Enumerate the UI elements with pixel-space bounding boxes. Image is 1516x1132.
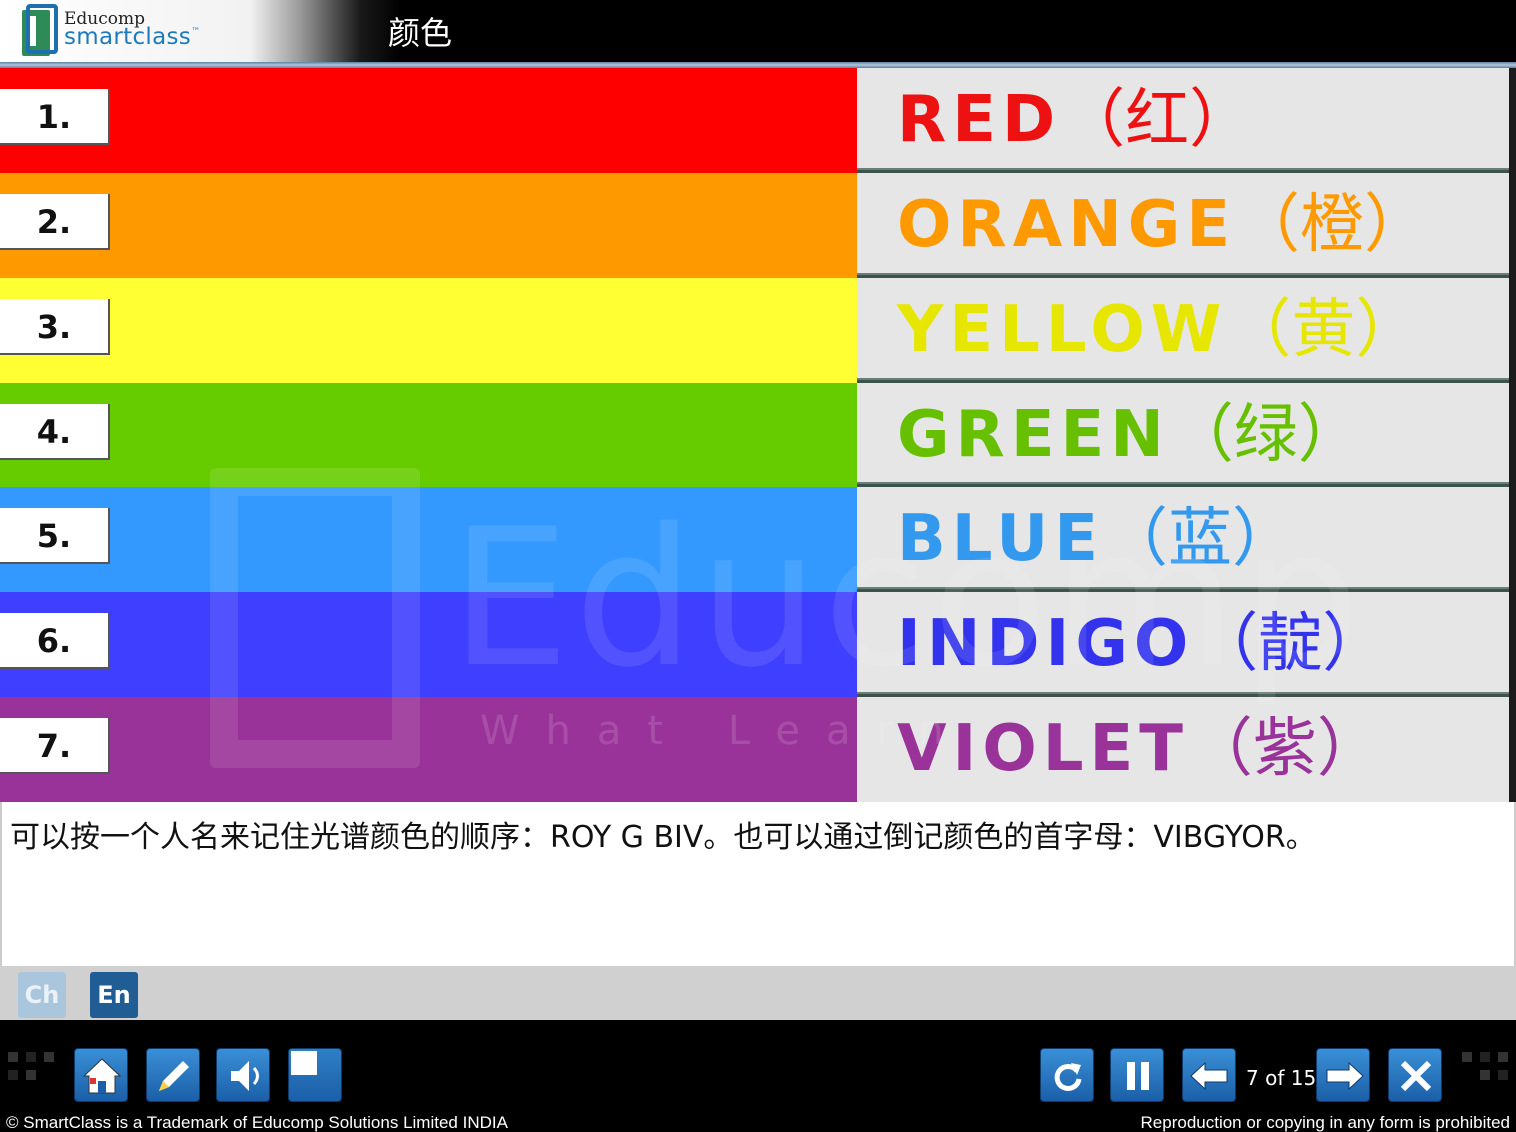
color-label: GREEN（绿） bbox=[897, 403, 1362, 467]
color-spectrum-panel: 1. RED（红） 2. ORANGE（橙） 3. YELLOW（黄） 4. GREEN（绿）… bbox=[0, 68, 1516, 802]
color-number: 1. bbox=[0, 89, 110, 145]
caption-text: 可以按一个人名来记住光谱颜色的顺序：ROY G BIV。也可以通过倒记颜色的首字… bbox=[10, 820, 1316, 855]
color-label-cell: INDIGO（靛） bbox=[857, 592, 1516, 697]
color-label: ORANGE（橙） bbox=[897, 193, 1428, 257]
color-band bbox=[0, 697, 857, 802]
color-label: BLUE（蓝） bbox=[897, 507, 1296, 571]
color-name-chinese: （红） bbox=[1061, 83, 1254, 157]
color-name-chinese: （黄） bbox=[1227, 293, 1420, 367]
color-band bbox=[0, 68, 857, 173]
color-label-cell: VIOLET（紫） bbox=[857, 697, 1516, 802]
color-name-english: GREEN bbox=[897, 398, 1170, 472]
panel-edge bbox=[1509, 68, 1516, 802]
logo-text-smartclass-word: smartclass bbox=[64, 24, 192, 50]
color-band bbox=[0, 173, 857, 278]
color-label: INDIGO（靛） bbox=[897, 612, 1386, 676]
footer-trademark: © SmartClass is a Trademark of Educomp S… bbox=[6, 1113, 508, 1132]
language-bar: Ch En bbox=[0, 966, 1516, 1020]
next-page-button[interactable] bbox=[1316, 1048, 1370, 1102]
pause-icon bbox=[1127, 1062, 1149, 1090]
color-label-cell: ORANGE（橙） bbox=[857, 173, 1516, 278]
caption-panel: 可以按一个人名来记住光谱颜色的顺序：ROY G BIV。也可以通过倒记颜色的首字… bbox=[0, 802, 1516, 966]
color-name-chinese: （蓝） bbox=[1103, 502, 1296, 576]
color-name-chinese: （靛） bbox=[1194, 607, 1387, 681]
color-name-chinese: （绿） bbox=[1169, 398, 1362, 472]
color-label-cell: BLUE（蓝） bbox=[857, 487, 1516, 592]
color-name-english: YELLOW bbox=[897, 293, 1228, 367]
color-band bbox=[0, 592, 857, 697]
color-number: 3. bbox=[0, 299, 110, 355]
smartclass-logo-icon bbox=[22, 4, 58, 56]
color-number: 4. bbox=[0, 404, 110, 460]
color-name-english: INDIGO bbox=[897, 607, 1195, 681]
previous-page-button[interactable] bbox=[1182, 1048, 1236, 1102]
sound-button[interactable] bbox=[216, 1048, 270, 1102]
next-arrow-icon bbox=[1326, 1061, 1364, 1091]
pause-button[interactable] bbox=[1110, 1048, 1164, 1102]
decorative-dots-right-icon bbox=[1462, 1052, 1508, 1080]
color-label: VIOLET（紫） bbox=[897, 717, 1381, 781]
pencil-icon bbox=[159, 1061, 189, 1091]
language-chinese-button[interactable]: Ch bbox=[18, 972, 66, 1018]
color-name-chinese: （橙） bbox=[1236, 188, 1429, 262]
color-label: RED（红） bbox=[897, 88, 1253, 152]
close-button[interactable] bbox=[1388, 1048, 1442, 1102]
color-label: YELLOW（黄） bbox=[897, 298, 1419, 362]
color-band bbox=[0, 383, 857, 487]
color-label-cell: GREEN（绿） bbox=[857, 383, 1516, 487]
language-english-button[interactable]: En bbox=[90, 972, 138, 1018]
color-name-english: RED bbox=[897, 83, 1062, 157]
replay-icon bbox=[1054, 1063, 1082, 1091]
home-icon bbox=[82, 1058, 122, 1094]
speaker-icon bbox=[231, 1061, 259, 1091]
color-band bbox=[0, 487, 857, 592]
color-label-cell: RED（红） bbox=[857, 68, 1516, 173]
decorative-dots-left-icon bbox=[8, 1052, 54, 1080]
logo-trademark: ™ bbox=[191, 27, 201, 37]
whiteboard-icon bbox=[291, 1051, 317, 1075]
color-name-english: BLUE bbox=[897, 502, 1104, 576]
replay-button[interactable] bbox=[1040, 1048, 1094, 1102]
whiteboard-button[interactable] bbox=[288, 1048, 342, 1102]
close-icon bbox=[1400, 1060, 1432, 1092]
color-name-english: ORANGE bbox=[897, 188, 1237, 262]
color-number: 5. bbox=[0, 508, 110, 564]
footer-copyright: Reproduction or copying in any form is p… bbox=[1140, 1113, 1510, 1132]
color-label-cell: YELLOW（黄） bbox=[857, 278, 1516, 383]
color-name-chinese: （紫） bbox=[1188, 712, 1381, 786]
page-counter: 7 of 15 bbox=[1246, 1066, 1317, 1090]
color-number: 2. bbox=[0, 194, 110, 250]
back-arrow-icon bbox=[1190, 1061, 1228, 1091]
color-band bbox=[0, 278, 857, 383]
header-bar: Educomp smartclass™ 颜色 bbox=[0, 0, 1516, 64]
color-number: 7. bbox=[0, 718, 110, 774]
home-button[interactable] bbox=[74, 1048, 128, 1102]
color-number: 6. bbox=[0, 613, 110, 669]
page-title: 颜色 bbox=[388, 14, 453, 52]
pen-button[interactable] bbox=[146, 1048, 200, 1102]
logo-text-smartclass: smartclass™ bbox=[64, 24, 200, 50]
color-name-english: VIOLET bbox=[897, 712, 1189, 786]
